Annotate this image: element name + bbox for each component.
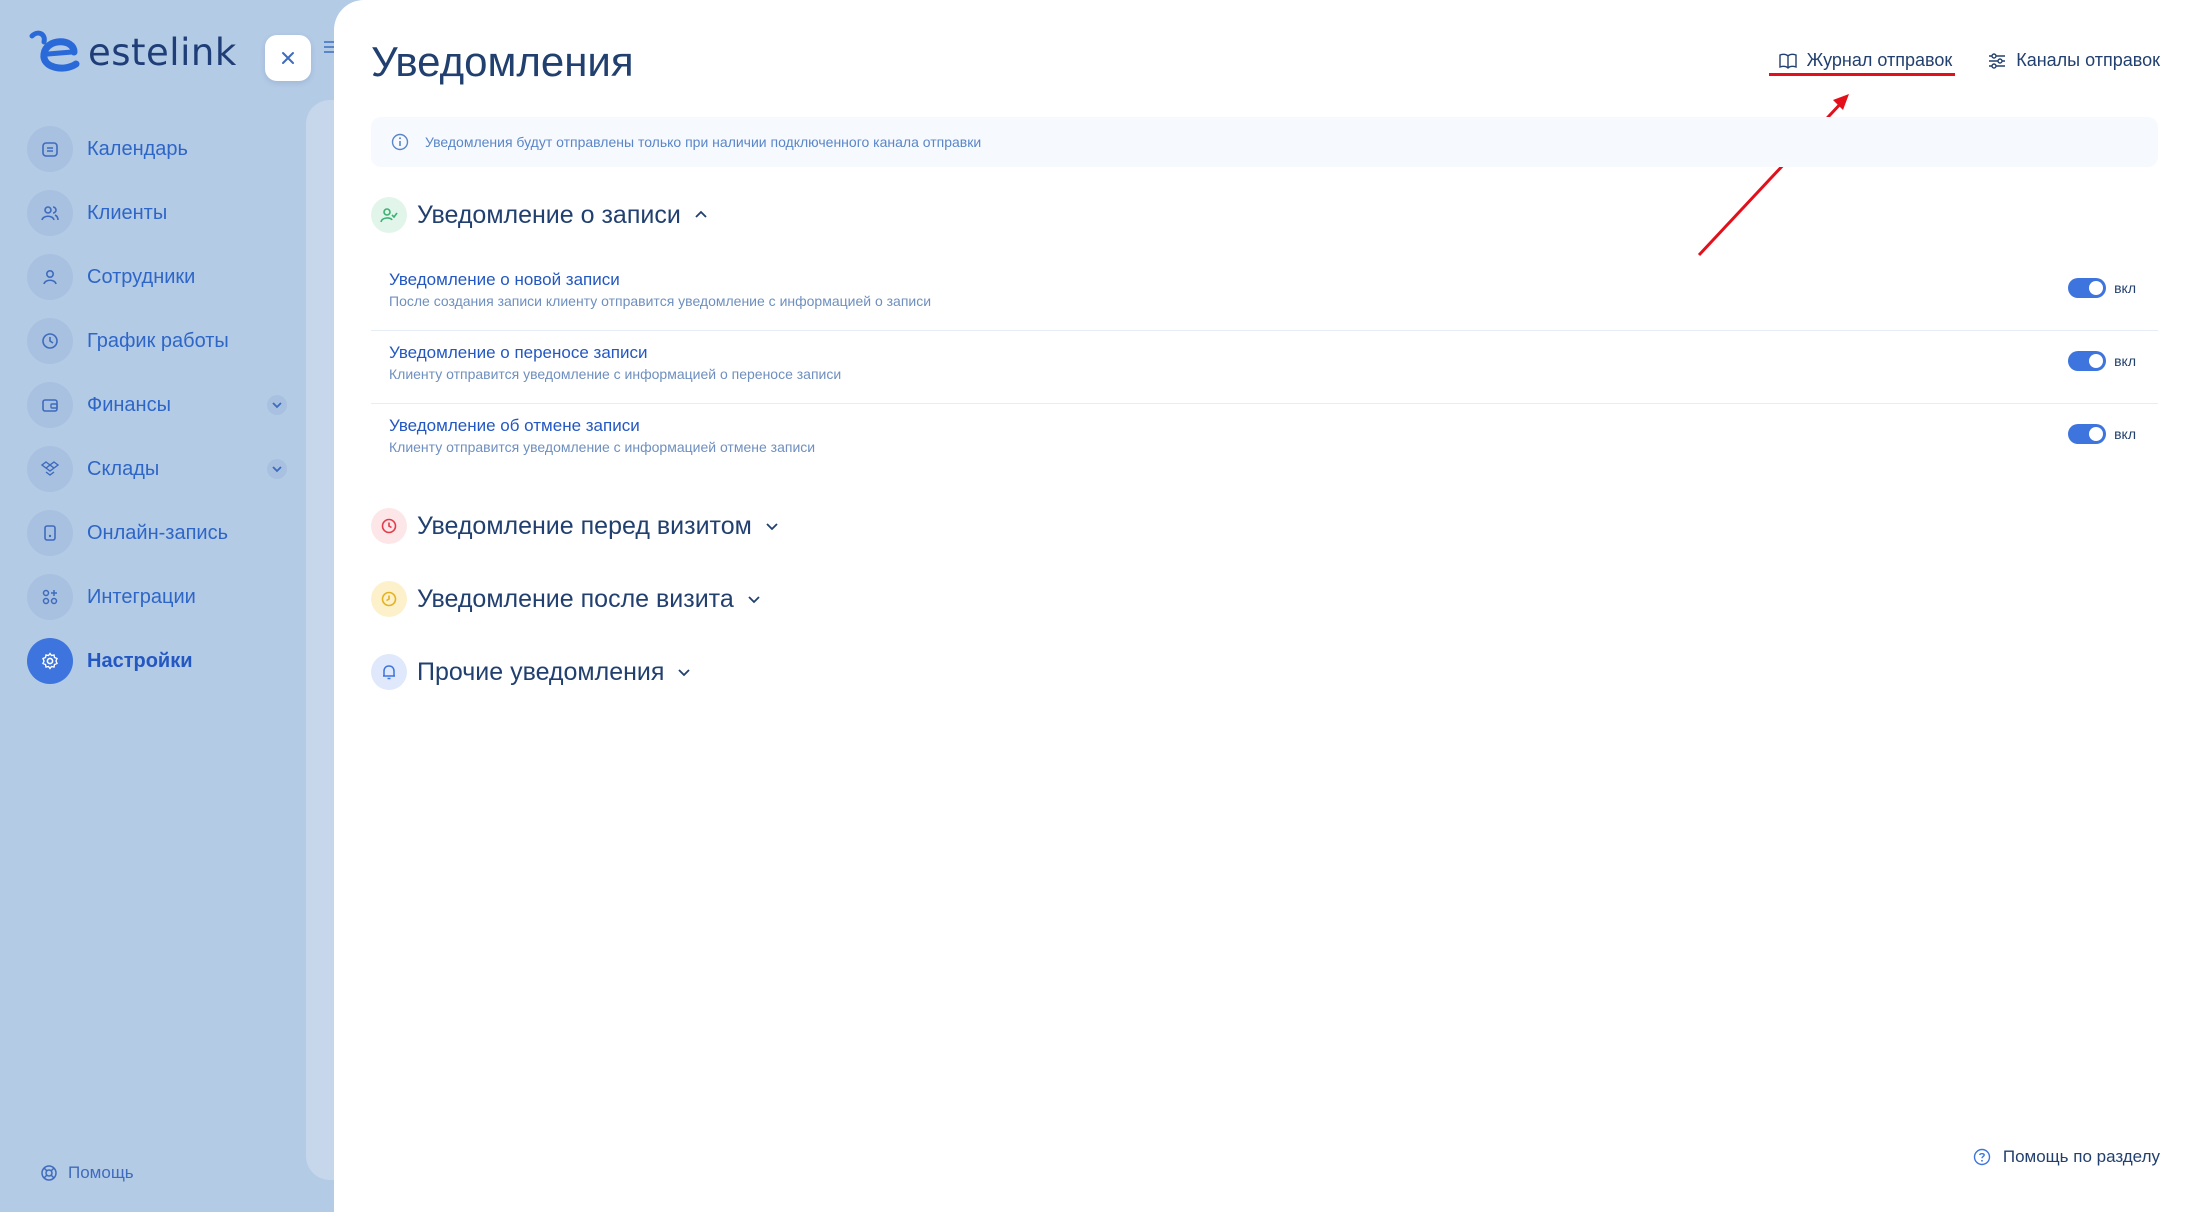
question-circle-icon	[1973, 1148, 1991, 1166]
page-title: Уведомления	[371, 38, 634, 85]
channels-link-label: Каналы отправок	[2016, 50, 2160, 70]
logo-mark-icon	[29, 30, 80, 72]
channels-link[interactable]: Каналы отправок	[1988, 50, 2160, 71]
chevron-down-icon[interactable]	[676, 664, 692, 680]
section-help-link[interactable]: Помощь по разделу	[1973, 1147, 2160, 1167]
phone-icon	[27, 510, 73, 556]
logo-text: estelink	[88, 30, 237, 74]
help-link[interactable]: Помощь	[40, 1163, 134, 1183]
main-panel: Уведомления Журнал отправок Каналы отпра…	[334, 0, 2196, 1212]
row-description: После создания записи клиенту отправится…	[389, 293, 932, 309]
sidebar-item-label: Календарь	[87, 137, 188, 160]
sidebar-item-label: Склады	[87, 457, 160, 480]
wallet-icon	[27, 382, 73, 428]
toggle-switch[interactable]	[2068, 424, 2107, 444]
alarm-clock-icon	[371, 508, 407, 544]
sidebar-item-calendar[interactable]: Календарь	[27, 117, 287, 181]
sidebar-item-integrations[interactable]: Интеграции	[27, 565, 287, 629]
top-links: Журнал отправок Каналы отправок	[1743, 50, 2160, 71]
chevron-down-icon[interactable]	[746, 591, 762, 607]
user-check-icon	[371, 197, 407, 233]
table-row: Уведомление об отмене записи Клиенту отп…	[371, 404, 2158, 477]
notification-rows: Уведомление о новой записи После создани…	[371, 258, 2158, 477]
journal-link[interactable]: Журнал отправок	[1778, 50, 1953, 71]
row-title: Уведомление об отмене записи	[389, 416, 640, 435]
sidebar-item-label: Финансы	[87, 393, 171, 416]
boxes-icon	[27, 446, 73, 492]
clock-icon	[27, 318, 73, 364]
sidebar-item-settings[interactable]: Настройки	[27, 629, 287, 693]
chevron-down-icon[interactable]	[267, 459, 287, 479]
lifebuoy-icon	[41, 1165, 57, 1181]
sidebar-item-clients[interactable]: Клиенты	[27, 181, 287, 245]
sidebar-item-finance[interactable]: Финансы	[27, 373, 287, 437]
annotation-underline	[1769, 73, 1955, 76]
sliders-icon	[1989, 52, 2006, 69]
section-booking-notifications[interactable]: Уведомление о записи	[371, 197, 709, 233]
sidebar-item-schedule[interactable]: График работы	[27, 309, 287, 373]
section-after-visit[interactable]: Уведомление после визита	[371, 581, 762, 617]
bell-icon	[371, 654, 407, 690]
sidebar-item-label: Онлайн-запись	[87, 521, 228, 544]
gear-icon	[27, 638, 73, 684]
section-before-visit[interactable]: Уведомление перед визитом	[371, 508, 780, 544]
section-title: Прочие уведомления	[417, 657, 665, 686]
chevron-up-icon[interactable]	[693, 207, 709, 223]
sidebar-item-label: Сотрудники	[87, 265, 196, 288]
table-row: Уведомление о новой записи После создани…	[371, 258, 2158, 331]
section-title: Уведомление о записи	[417, 200, 681, 229]
info-banner: Уведомления будут отправлены только при …	[371, 117, 2158, 167]
toggle-switch[interactable]	[2068, 278, 2107, 298]
sidebar-item-label: Интеграции	[87, 585, 196, 608]
journal-link-label: Журнал отправок	[1806, 50, 1953, 70]
clients-icon	[27, 190, 73, 236]
logo[interactable]: estelink	[28, 28, 237, 76]
toggle-switch[interactable]	[2068, 351, 2107, 371]
toggle-label: вкл	[2114, 426, 2136, 442]
section-other-notifications[interactable]: Прочие уведомления	[371, 654, 692, 690]
toggle-label: вкл	[2114, 280, 2136, 296]
book-icon	[1778, 53, 1797, 69]
sidebar-item-employees[interactable]: Сотрудники	[27, 245, 287, 309]
sidebar-item-label: Настройки	[87, 649, 193, 672]
grid-plus-icon	[27, 574, 73, 620]
chevron-down-icon[interactable]	[267, 395, 287, 415]
toggle-new-booking[interactable]: вкл	[2068, 278, 2136, 298]
row-title: Уведомление о новой записи	[389, 270, 620, 289]
row-description: Клиенту отправится уведомление с информа…	[389, 439, 816, 455]
row-title: Уведомление о переносе записи	[389, 343, 648, 362]
close-sidebar-button[interactable]	[265, 35, 311, 81]
row-description: Клиенту отправится уведомление с информа…	[389, 366, 842, 382]
sidebar-item-label: График работы	[87, 329, 229, 352]
chevron-down-icon[interactable]	[764, 518, 780, 534]
section-title: Уведомление после визита	[417, 584, 734, 613]
sidebar: estelink Календарь Клиенты Сотрудники Гр…	[0, 0, 366, 1212]
help-label: Помощь	[68, 1163, 134, 1182]
info-icon	[391, 133, 409, 151]
info-text: Уведомления будут отправлены только при …	[425, 134, 982, 150]
toggle-cancel-booking[interactable]: вкл	[2068, 424, 2136, 444]
table-row: Уведомление о переносе записи Клиенту от…	[371, 331, 2158, 404]
sidebar-item-online-booking[interactable]: Онлайн-запись	[27, 501, 287, 565]
calendar-icon	[27, 126, 73, 172]
toggle-label: вкл	[2114, 353, 2136, 369]
close-icon	[282, 52, 294, 64]
sidebar-item-label: Клиенты	[87, 201, 168, 224]
history-clock-icon	[371, 581, 407, 617]
sidebar-item-warehouses[interactable]: Склады	[27, 437, 287, 501]
section-title: Уведомление перед визитом	[417, 511, 752, 540]
toggle-reschedule-booking[interactable]: вкл	[2068, 351, 2136, 371]
employee-icon	[27, 254, 73, 300]
section-help-label: Помощь по разделу	[2002, 1147, 2160, 1166]
sidebar-nav: Календарь Клиенты Сотрудники График рабо…	[27, 117, 287, 693]
